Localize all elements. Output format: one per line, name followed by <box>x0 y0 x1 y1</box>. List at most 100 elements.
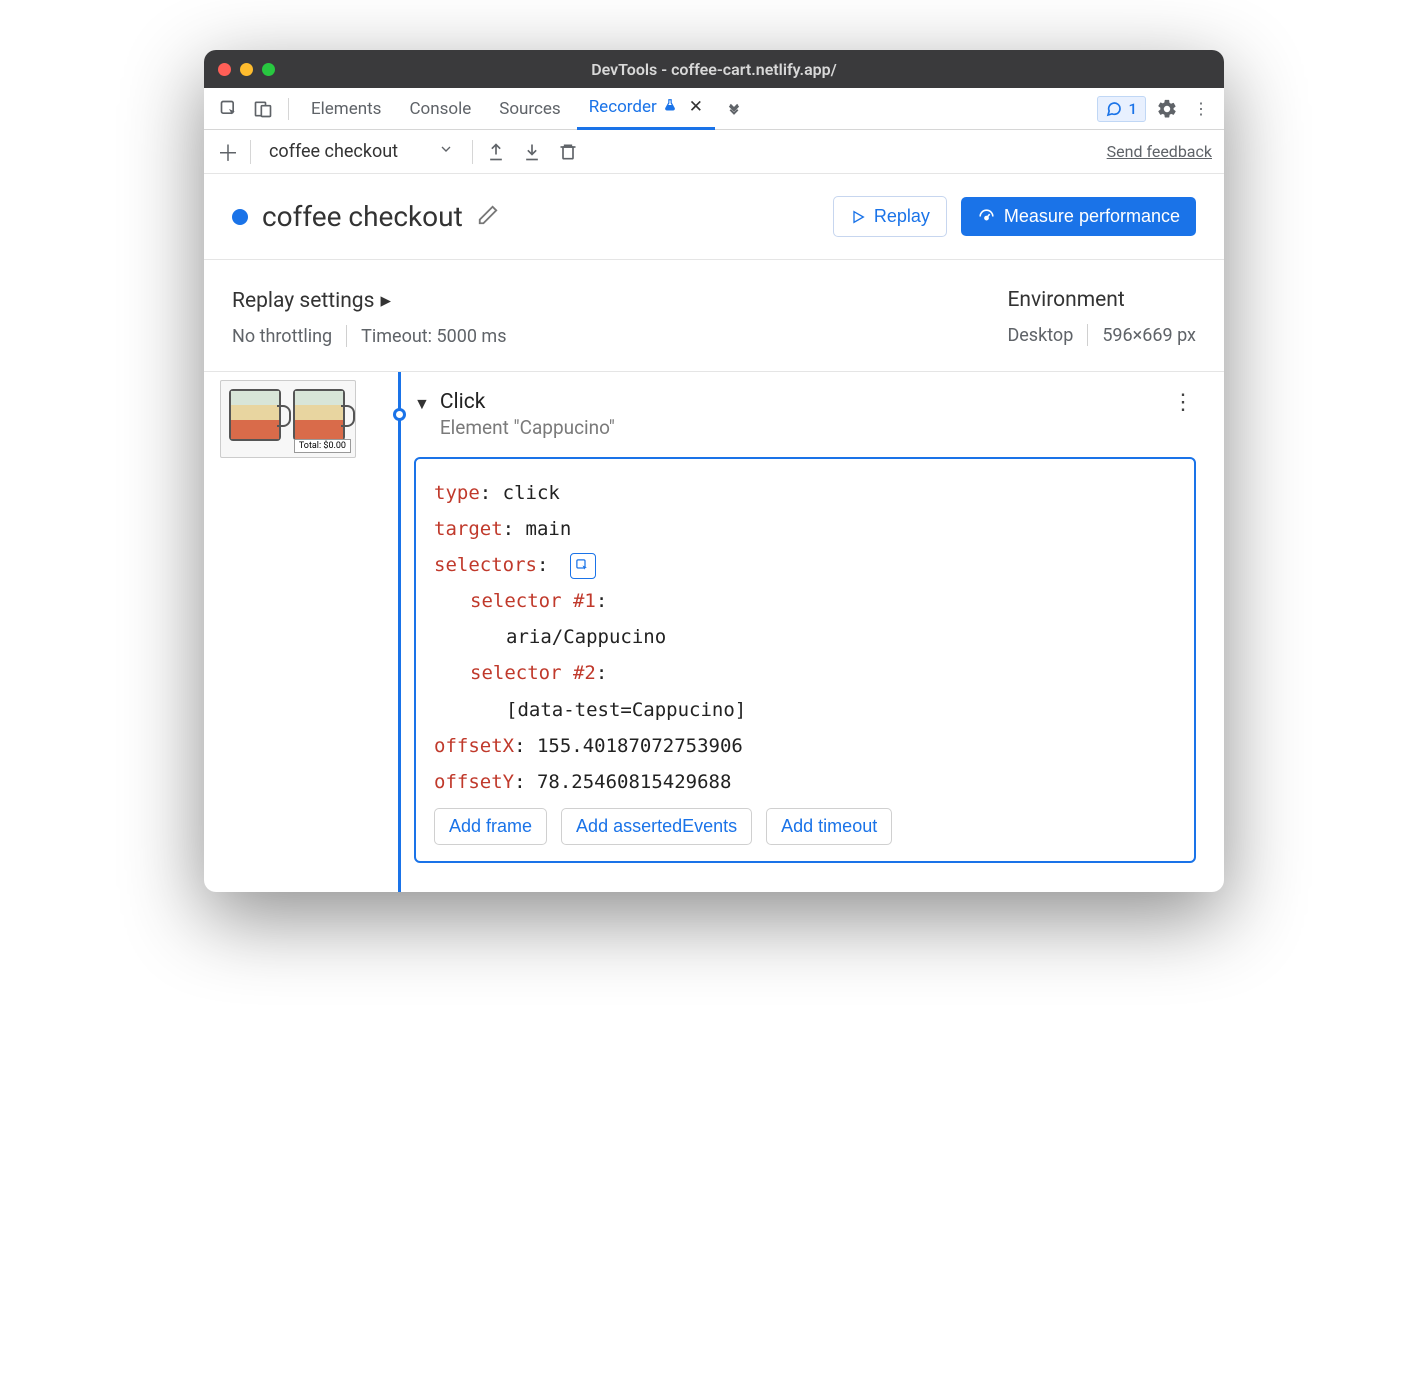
throttling-value: No throttling <box>232 326 332 347</box>
add-timeout-button[interactable]: Add timeout <box>766 808 892 845</box>
tab-recorder[interactable]: Recorder ✕ <box>577 88 715 130</box>
import-icon[interactable] <box>519 139 545 165</box>
issues-icon <box>1106 101 1122 117</box>
recording-select-label: coffee checkout <box>269 141 398 162</box>
add-frame-button[interactable]: Add frame <box>434 808 547 845</box>
tab-console[interactable]: Console <box>397 88 483 130</box>
key: target <box>434 518 503 540</box>
value: main <box>526 518 572 540</box>
device-toolbar-icon[interactable] <box>248 94 278 124</box>
replay-label: Replay <box>874 206 930 227</box>
add-asserted-events-button[interactable]: Add assertedEvents <box>561 808 752 845</box>
titlebar: DevTools - coffee-cart.netlify.app/ <box>204 50 1224 88</box>
tab-label: Elements <box>311 99 381 119</box>
timeline-line <box>398 372 401 892</box>
thumbnail-column: Total: $0.00 <box>214 372 384 892</box>
tab-label: Sources <box>499 99 560 119</box>
replay-settings-label: Replay settings <box>232 289 374 313</box>
separator <box>288 98 289 120</box>
send-feedback-link[interactable]: Send feedback <box>1107 142 1212 161</box>
value: 78.25460815429688 <box>537 771 731 793</box>
key: offsetY <box>434 771 514 793</box>
separator <box>1087 324 1088 346</box>
maximize-window-button[interactable] <box>262 63 275 76</box>
measure-performance-button[interactable]: Measure performance <box>961 197 1196 236</box>
traffic-lights <box>218 63 275 76</box>
kebab-menu-icon[interactable]: ⋮ <box>1188 96 1214 122</box>
step-body: type: click target: main selectors: sele… <box>414 457 1196 863</box>
replay-settings-values: No throttling Timeout: 5000 ms <box>232 325 507 347</box>
environment-header: Environment <box>1007 288 1196 312</box>
add-buttons-row: Add frame Add assertedEvents Add timeout <box>434 808 1176 845</box>
recording-select[interactable]: coffee checkout <box>261 137 462 166</box>
gauge-icon <box>977 207 996 226</box>
new-recording-icon[interactable]: ＋ <box>216 136 240 168</box>
select-element-icon[interactable] <box>570 553 596 579</box>
close-window-button[interactable] <box>218 63 231 76</box>
device-value: Desktop <box>1007 325 1073 346</box>
timeline-dot <box>393 408 406 421</box>
value: 155.40187072753906 <box>537 735 743 757</box>
step-kebab-menu-icon[interactable]: ⋮ <box>1172 390 1196 415</box>
selector-2-value[interactable]: [data-test=Cappucino] <box>434 692 1176 728</box>
replay-settings-header[interactable]: Replay settings ▸ <box>232 288 507 313</box>
tab-label: Recorder <box>589 97 657 117</box>
separator <box>346 325 347 347</box>
inspect-element-icon[interactable] <box>214 94 244 124</box>
selector-1-value[interactable]: aria/Cappucino <box>434 619 1176 655</box>
value: click <box>503 482 560 504</box>
experimental-flask-icon <box>663 98 677 116</box>
step-thumbnail[interactable]: Total: $0.00 <box>220 380 356 458</box>
separator <box>250 140 251 164</box>
selector-2-row[interactable]: selector #2: <box>434 655 1176 691</box>
tab-label: Console <box>409 99 471 119</box>
tabbar: Elements Console Sources Recorder ✕ 1 ⋮ <box>204 88 1224 130</box>
timeout-value: Timeout: 5000 ms <box>361 326 506 347</box>
step-title: Click <box>440 390 615 414</box>
close-tab-icon[interactable]: ✕ <box>689 97 703 117</box>
minimize-window-button[interactable] <box>240 63 253 76</box>
edit-title-icon[interactable] <box>477 204 499 230</box>
value: aria/Cappucino <box>506 626 666 648</box>
step-area: Total: $0.00 ▼ Click Element "Cappucino"… <box>204 372 1224 892</box>
issues-count: 1 <box>1128 100 1137 118</box>
environment-settings: Environment Desktop 596×669 px <box>1007 288 1196 347</box>
step-offsetx-row[interactable]: offsetX: 155.40187072753906 <box>434 728 1176 764</box>
recorder-toolbar: ＋ coffee checkout Send feedback <box>204 130 1224 174</box>
collapse-caret-icon[interactable]: ▼ <box>414 394 430 414</box>
tab-sources[interactable]: Sources <box>487 88 572 130</box>
issues-badge[interactable]: 1 <box>1097 96 1146 122</box>
tabbar-right: 1 ⋮ <box>1097 96 1214 122</box>
selector-1-row[interactable]: selector #1: <box>434 583 1176 619</box>
key: selector #2 <box>470 662 596 684</box>
more-tabs-icon[interactable] <box>719 94 749 124</box>
key: selector #1 <box>470 590 596 612</box>
export-icon[interactable] <box>483 139 509 165</box>
recording-header: coffee checkout Replay Measure performan… <box>204 174 1224 260</box>
recording-title: coffee checkout <box>262 200 463 233</box>
settings-gear-icon[interactable] <box>1154 96 1180 122</box>
step-offsety-row[interactable]: offsetY: 78.25460815429688 <box>434 764 1176 800</box>
dimensions-value: 596×669 px <box>1102 325 1196 346</box>
step-target-row[interactable]: target: main <box>434 511 1176 547</box>
step-type-row[interactable]: type: click <box>434 475 1176 511</box>
step-selectors-row[interactable]: selectors: <box>434 547 1176 583</box>
settings-row: Replay settings ▸ No throttling Timeout:… <box>204 260 1224 372</box>
chevron-right-icon: ▸ <box>380 288 391 313</box>
window-title: DevTools - coffee-cart.netlify.app/ <box>204 60 1224 79</box>
measure-label: Measure performance <box>1004 206 1180 227</box>
delete-icon[interactable] <box>555 139 581 165</box>
devtools-window: DevTools - coffee-cart.netlify.app/ Elem… <box>204 50 1224 892</box>
value: [data-test=Cappucino] <box>506 699 746 721</box>
separator <box>472 140 473 164</box>
replay-settings: Replay settings ▸ No throttling Timeout:… <box>232 288 507 347</box>
recording-status-dot <box>232 209 248 225</box>
key: type <box>434 482 480 504</box>
key: selectors <box>434 554 537 576</box>
tab-elements[interactable]: Elements <box>299 88 393 130</box>
cup-icon <box>229 389 281 441</box>
play-icon <box>850 209 866 225</box>
replay-button[interactable]: Replay <box>833 196 947 237</box>
step-header[interactable]: ▼ Click Element "Cappucino" ⋮ <box>414 390 1196 439</box>
step-details: ▼ Click Element "Cappucino" ⋮ type: clic… <box>414 372 1224 892</box>
